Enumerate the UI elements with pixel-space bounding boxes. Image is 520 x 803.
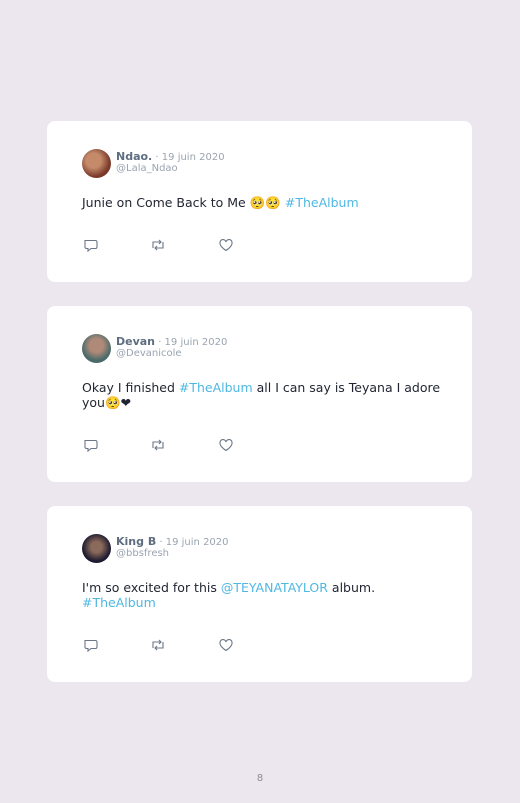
emoji: 🥺❤ <box>104 395 132 410</box>
author-handle[interactable]: @bbsfresh <box>116 548 169 559</box>
retweet-icon[interactable] <box>150 238 166 252</box>
author-handle[interactable]: @Devanicole <box>116 348 182 359</box>
tweet-text-part: I'm so excited for this <box>82 580 221 595</box>
reply-icon[interactable] <box>83 238 99 252</box>
like-icon[interactable] <box>218 438 234 452</box>
tweet-card: Devan · 19 juin 2020 @Devanicole Okay I … <box>47 306 472 482</box>
author-name[interactable]: King B <box>116 535 156 548</box>
tweet-date: · 19 juin 2020 <box>155 337 228 348</box>
reply-icon[interactable] <box>83 638 99 652</box>
tweet-text-part: album. <box>327 580 376 595</box>
tweet-card: Ndao. · 19 juin 2020 @Lala_Ndao Junie on… <box>47 121 472 282</box>
avatar[interactable] <box>82 334 111 363</box>
page-number: 8 <box>256 773 264 784</box>
tweet-date: · 19 juin 2020 <box>152 152 225 163</box>
mention-link[interactable]: @TEYANATAYLOR <box>221 580 328 595</box>
tweet-text: Junie on Come Back to Me 🥺🥺 #TheAlbum <box>82 195 442 210</box>
like-icon[interactable] <box>218 238 234 252</box>
retweet-icon[interactable] <box>150 638 166 652</box>
author-handle[interactable]: @Lala_Ndao <box>116 163 178 174</box>
tweet-text-part: Okay I finished <box>82 380 179 395</box>
author-name[interactable]: Devan <box>116 335 155 348</box>
tweet-text-part: Junie on Come Back to Me <box>82 195 250 210</box>
reply-icon[interactable] <box>83 438 99 452</box>
tweet-date: · 19 juin 2020 <box>156 537 229 548</box>
hashtag-link[interactable]: #TheAlbum <box>285 195 359 210</box>
retweet-icon[interactable] <box>150 438 166 452</box>
hashtag-link[interactable]: #TheAlbum <box>82 595 156 610</box>
hashtag-link[interactable]: #TheAlbum <box>179 380 253 395</box>
author-name[interactable]: Ndao. <box>116 150 152 163</box>
avatar[interactable] <box>82 149 111 178</box>
like-icon[interactable] <box>218 638 234 652</box>
tweet-text: Okay I finished #TheAlbum all I can say … <box>82 380 442 410</box>
emoji: 🥺🥺 <box>249 195 281 210</box>
tweet-text: I'm so excited for this @TEYANATAYLOR al… <box>82 580 442 610</box>
avatar[interactable] <box>82 534 111 563</box>
tweet-card: King B · 19 juin 2020 @bbsfresh I'm so e… <box>47 506 472 682</box>
